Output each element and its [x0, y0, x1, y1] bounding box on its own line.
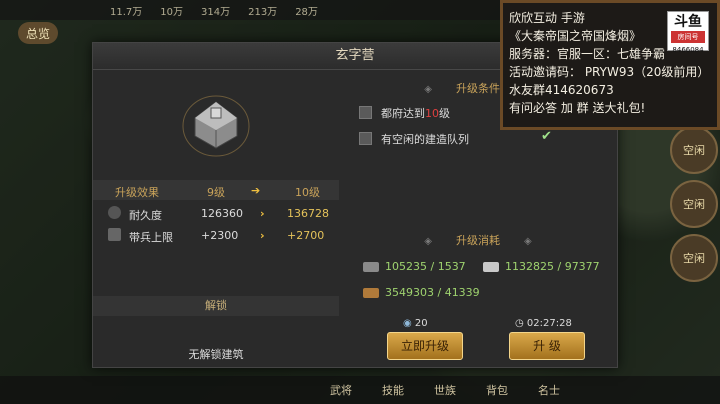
overlay-line: 有问必答 加 群 送大礼包! — [509, 101, 646, 115]
effect-row-troop-cap: 带兵上限 +2300 › +2700 — [93, 224, 339, 246]
barracks-building-icon — [182, 95, 250, 157]
menu-bag[interactable]: 背包 — [486, 382, 508, 398]
gold-cost: ◉ 20 — [403, 318, 428, 329]
menu-scholars[interactable]: 名士 — [538, 382, 560, 398]
instant-upgrade-button[interactable]: 立即升级 — [387, 332, 463, 360]
clock-icon: ◷ — [515, 318, 524, 329]
resource-count: 314万 — [201, 6, 231, 18]
current-level: 9级 — [207, 186, 225, 199]
resource-count: 28万 — [295, 6, 318, 18]
queue-slot-button[interactable]: 空闲 — [670, 180, 718, 228]
iron-icon — [483, 262, 499, 272]
overlay-line: 活动邀请码： PRYW93（20级前用） — [509, 65, 710, 79]
resource-count: 213万 — [248, 6, 278, 18]
condition-row: 有空闲的建造队列 ✔ — [359, 129, 599, 148]
diamond-icon: ◈ — [424, 84, 432, 95]
level-arrow-icon: ➔ — [251, 184, 261, 197]
check-icon: ✔ — [541, 129, 552, 144]
next-level: 10级 — [295, 186, 320, 199]
menu-skills[interactable]: 技能 — [382, 382, 404, 398]
arrow-right-icon: › — [260, 229, 265, 242]
wood-icon — [363, 288, 379, 298]
effect-next: 136728 — [287, 207, 329, 220]
diamond-icon: ◈ — [524, 236, 532, 247]
effect-next: +2700 — [287, 229, 325, 242]
queue-slot-button[interactable]: 空闲 — [670, 126, 718, 174]
cost-iron: 1132825 / 97377 — [483, 260, 613, 276]
upgrade-duration: ◷ 02:27:28 — [515, 318, 572, 329]
douyu-logo: 斗鱼 房间号 8466084 — [667, 11, 709, 54]
effects-header: 升级效果 9级 ➔ 10级 — [93, 180, 339, 200]
effect-label: 耐久度 — [129, 209, 162, 222]
effect-current: +2300 — [201, 229, 239, 242]
cost-stone: 105235 / 1537 — [363, 260, 483, 276]
unlock-text: 无解锁建筑 — [188, 348, 244, 361]
grid-icon — [108, 228, 121, 241]
resource-count: 11.7万 — [110, 6, 143, 18]
diamond-icon: ◈ — [424, 236, 432, 247]
resource-count: 10万 — [160, 6, 183, 18]
stream-info-overlay: 欣欣互动 手游 《大秦帝国之帝国烽烟》 服务器：官服一区：七雄争霸 活动邀请码：… — [500, 0, 720, 130]
menu-generals[interactable]: 武将 — [330, 382, 352, 398]
upgrade-button[interactable]: 升 级 — [509, 332, 585, 360]
grid-icon — [359, 132, 372, 145]
right-side-buttons: 空闲 空闲 空闲 — [660, 120, 720, 282]
stone-icon — [363, 262, 379, 272]
building-info-pane: 升级效果 9级 ➔ 10级 耐久度 126360 › 136728 带兵上限 +… — [93, 70, 339, 366]
queue-slot-button[interactable]: 空闲 — [670, 234, 718, 282]
arrow-right-icon: › — [260, 207, 265, 220]
effect-row-durability: 耐久度 126360 › 136728 — [93, 202, 339, 224]
costs-header: ◈ 升级消耗 ◈ — [424, 234, 532, 247]
grid-icon — [359, 106, 372, 119]
heart-icon — [108, 206, 121, 219]
bottom-menu: 武将 技能 世族 背包 名士 — [0, 376, 720, 404]
overlay-line: 水友群414620673 — [509, 83, 614, 97]
effect-label: 带兵上限 — [129, 231, 173, 244]
overview-button[interactable]: 总览 — [18, 22, 58, 44]
effects-title: 升级效果 — [115, 186, 159, 199]
unlock-header: 解锁 — [93, 296, 339, 316]
gold-icon: ◉ — [403, 318, 412, 329]
cost-wood: 3549303 / 41339 — [363, 286, 493, 302]
menu-clan[interactable]: 世族 — [434, 382, 456, 398]
effect-current: 126360 — [201, 207, 243, 220]
